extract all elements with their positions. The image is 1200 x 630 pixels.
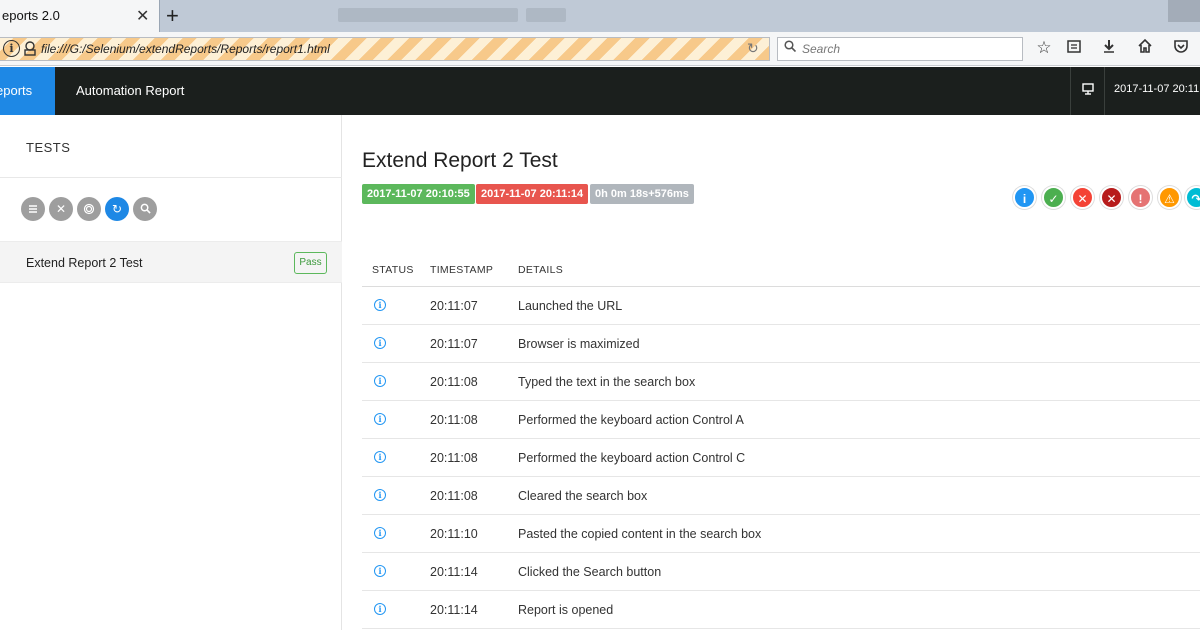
start-time-badge: 2017-11-07 20:10:55	[362, 184, 475, 204]
test-list-item[interactable]: Extend Report 2 Test Pass	[0, 241, 342, 283]
background-tab[interactable]	[338, 8, 518, 22]
report-datetime: 2017-11-07 20:11:	[1114, 83, 1200, 95]
close-tab-icon[interactable]: ✕	[136, 6, 149, 26]
info-icon: i	[374, 451, 386, 463]
url-text: file:///G:/Selenium/extendReports/Report…	[41, 42, 330, 56]
close-icon[interactable]: ✕	[49, 197, 73, 221]
browser-search-input[interactable]: Search	[777, 37, 1023, 61]
header-divider	[1070, 67, 1071, 115]
log-details: Report is opened	[518, 603, 614, 617]
info-icon: i	[374, 527, 386, 539]
table-row: i 20:11:07 Browser is maximized	[362, 325, 1200, 363]
info-icon: i	[374, 337, 386, 349]
refresh-icon[interactable]: ↻	[105, 197, 129, 221]
table-row: i 20:11:07 Launched the URL	[362, 287, 1200, 325]
app-header: eports Automation Report 2017-11-07 20:1…	[0, 67, 1200, 115]
log-table: STATUS TIMESTAMP DETAILS i 20:11:07 Launch…	[362, 254, 1200, 629]
test-detail-title: Extend Report 2 Test	[362, 149, 558, 172]
browser-nav-bar: i file:///G:/Selenium/extendReports/Repo…	[0, 32, 1200, 66]
extension-icon[interactable]	[23, 41, 37, 56]
status-badge: Pass	[294, 252, 327, 274]
warning-icon[interactable]: ⚠	[1158, 186, 1181, 209]
error-icon[interactable]: !	[1129, 186, 1152, 209]
log-details: Cleared the search box	[518, 489, 648, 503]
skip-icon[interactable]: ↷	[1185, 186, 1200, 209]
table-row: i 20:11:14 Report is opened	[362, 591, 1200, 629]
report-title: Automation Report	[76, 83, 185, 98]
site-info-icon[interactable]: i	[3, 40, 20, 57]
table-row: i 20:11:14 Clicked the Search button	[362, 553, 1200, 591]
brand-label: eports	[0, 83, 33, 98]
log-details: Browser is maximized	[518, 337, 640, 351]
log-timestamp: 20:11:08	[430, 451, 478, 465]
table-header: STATUS TIMESTAMP DETAILS	[362, 254, 1200, 287]
info-icon: i	[374, 375, 386, 387]
log-details: Pasted the copied content in the search …	[518, 527, 762, 541]
search-icon	[784, 40, 797, 55]
log-timestamp: 20:11:07	[430, 299, 478, 313]
table-row: i 20:11:08 Typed the text in the search bo…	[362, 363, 1200, 401]
log-timestamp: 20:11:14	[430, 603, 478, 617]
info-icon: i	[374, 489, 386, 501]
pass-icon[interactable]: ✓	[1042, 186, 1065, 209]
fatal-icon[interactable]: ✕	[1100, 186, 1123, 209]
window-close-button[interactable]	[1168, 0, 1200, 22]
fingerprint-icon[interactable]	[77, 197, 101, 221]
log-details: Launched the URL	[518, 299, 623, 313]
browser-tab-active[interactable]: eports 2.0 ✕	[0, 0, 160, 32]
search-placeholder: Search	[802, 42, 841, 56]
tests-panel: TESTS ✕ ↻ Extend Report 2 Test Pass	[0, 115, 342, 630]
log-details: Performed the keyboard action Control C	[518, 451, 746, 465]
info-icon: i	[374, 413, 386, 425]
table-row: i 20:11:08 Performed the keyboard action C…	[362, 439, 1200, 477]
reload-icon[interactable]: ↻	[747, 40, 759, 57]
end-time-badge: 2017-11-07 20:11:14	[476, 184, 589, 204]
table-row: i 20:11:08 Performed the keyboard action C…	[362, 401, 1200, 439]
divider	[0, 177, 342, 178]
table-row: i 20:11:08 Cleared the search box	[362, 477, 1200, 515]
bookmark-star-icon[interactable]: ☆	[1033, 38, 1055, 58]
fail-icon[interactable]: ✕	[1071, 186, 1094, 209]
log-timestamp: 20:11:07	[430, 337, 478, 351]
log-details: Performed the keyboard action Control A	[518, 413, 744, 427]
info-icon[interactable]: i	[1013, 186, 1036, 209]
background-tab[interactable]	[526, 8, 566, 22]
log-timestamp: 20:11:08	[430, 413, 478, 427]
log-details: Typed the text in the search box	[518, 375, 696, 389]
monitor-icon[interactable]	[1082, 83, 1094, 98]
tab-title: eports 2.0	[2, 8, 60, 23]
download-icon[interactable]	[1098, 38, 1120, 59]
reader-list-icon[interactable]	[1063, 38, 1085, 59]
log-timestamp: 20:11:14	[430, 565, 478, 579]
duration-badge: 0h 0m 18s+576ms	[590, 184, 694, 204]
info-icon: i	[374, 603, 386, 615]
column-status: STATUS	[372, 264, 414, 276]
tests-heading: TESTS	[26, 140, 71, 155]
home-icon[interactable]	[1134, 38, 1156, 59]
pocket-icon[interactable]	[1170, 38, 1192, 59]
list-icon[interactable]	[21, 197, 45, 221]
log-details: Clicked the Search button	[518, 565, 662, 579]
info-icon: i	[374, 565, 386, 577]
new-tab-button[interactable]: +	[166, 3, 179, 29]
log-timestamp: 20:11:08	[430, 375, 478, 389]
column-details: DETAILS	[518, 264, 564, 276]
log-timestamp: 20:11:10	[430, 527, 478, 541]
test-name: Extend Report 2 Test	[26, 256, 143, 270]
log-timestamp: 20:11:08	[430, 489, 478, 503]
search-icon[interactable]	[133, 197, 157, 221]
table-row: i 20:11:10 Pasted the copied content in th…	[362, 515, 1200, 553]
info-icon: i	[374, 299, 386, 311]
brand-logo[interactable]: eports	[0, 67, 55, 115]
browser-tab-bar: eports 2.0 ✕ +	[0, 0, 1200, 32]
header-divider	[1104, 67, 1105, 115]
address-bar[interactable]: i file:///G:/Selenium/extendReports/Repo…	[0, 37, 770, 61]
column-timestamp: TIMESTAMP	[430, 264, 494, 276]
